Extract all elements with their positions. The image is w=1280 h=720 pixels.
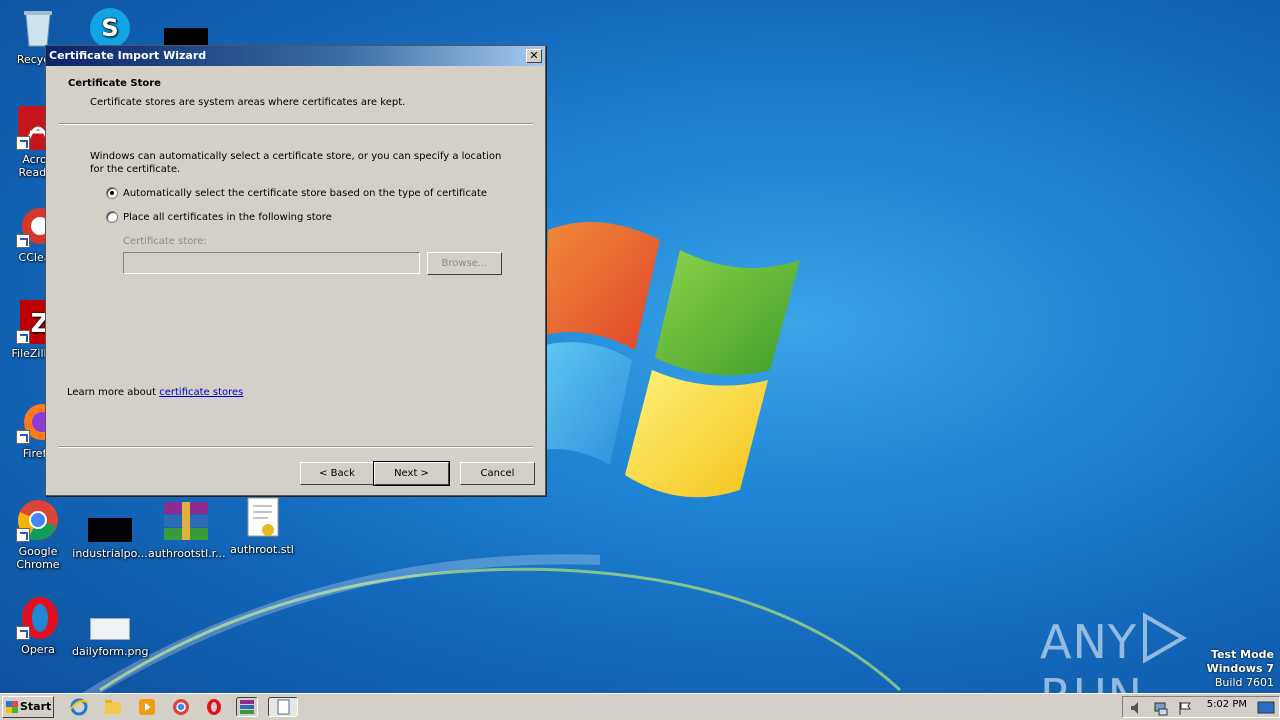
desktop-icon-label: Opera [21,643,55,656]
radio-button-icon[interactable] [106,211,118,223]
wizard-description: Windows can automatically select a certi… [90,151,502,175]
desktop-icon-authrootstl-r[interactable]: authrootstl.r... [148,500,226,560]
svg-text:S: S [101,14,118,42]
radio-auto-select-store[interactable]: Automatically select the certificate sto… [106,187,487,199]
page-subtitle: Certificate stores are system areas wher… [90,97,406,108]
test-mode-notice: Test Mode Windows 7 Build 7601 [1207,648,1274,690]
brand-left: ANY [1040,615,1137,669]
desktop-icon-label: authroot.stl [230,543,294,556]
shortcut-arrow-icon [16,234,30,248]
wizard-header: Certificate Store Certificate stores are… [46,66,545,126]
certificate-file-icon [240,496,284,540]
start-label: Start [20,700,52,713]
recycle-bin-icon [16,6,60,50]
learn-more-prefix: Learn more about [67,387,160,398]
opera-icon [16,596,60,640]
media-player-icon[interactable] [136,697,158,717]
opera-icon[interactable] [203,697,225,717]
shortcut-arrow-icon [16,136,30,150]
shortcut-arrow-icon [16,430,30,444]
volume-icon[interactable] [1129,700,1145,716]
certificate-store-label: Certificate store: [123,236,207,247]
action-center-flag-icon[interactable] [1177,700,1193,716]
close-button[interactable]: ✕ [526,49,542,63]
play-icon [1142,612,1187,664]
shortcut-arrow-icon [16,330,30,344]
os-label: Windows 7 [1206,662,1274,675]
explorer-icon[interactable] [102,697,124,717]
winrar-icon[interactable] [236,697,258,717]
image-file-icon [88,598,132,642]
desktop-icon-label: dailyform.png [72,645,149,658]
back-button[interactable]: < Back [300,462,374,485]
start-button[interactable]: Start [2,696,54,718]
dialog-titlebar[interactable]: Certificate Import Wizard ✕ [46,46,545,66]
chrome-icon[interactable] [170,697,192,717]
browse-button[interactable]: Browse... [427,252,502,275]
network-icon[interactable] [1153,700,1169,716]
taskbar: Start 5:02 PM [0,693,1280,720]
test-mode-label: Test Mode [1211,648,1274,661]
windows-flag-icon [6,701,18,713]
radio-label: Place all certificates in the following … [123,211,332,223]
radio-label: Automatically select the certificate sto… [123,187,488,199]
radio-button-icon[interactable] [106,187,118,199]
close-icon: ✕ [529,49,539,62]
desktop-icon-authroot-stl[interactable]: authroot.stl [224,496,300,556]
desktop-icon-label: industrialpo... [72,547,148,560]
certificate-import-wizard-dialog: Certificate Import Wizard ✕ Certificate … [45,45,546,496]
chrome-icon [16,498,60,542]
shortcut-arrow-icon [16,626,30,640]
desktop-icon-industrialpo[interactable]: industrialpo... [72,500,148,560]
desktop-icon-label: authrootstl.r... [148,547,226,560]
windows-logo-wallpaper [542,222,800,498]
cancel-button[interactable]: Cancel [460,462,535,485]
learn-more-text: Learn more about certificate stores [67,387,243,398]
desktop-icon-label: Google Chrome [16,545,60,571]
desktop-icon-opera[interactable]: Opera [0,596,76,656]
shortcut-arrow-icon [16,528,30,542]
dialog-title: Certificate Import Wizard [49,49,207,62]
desktop-icon-google-chrome[interactable]: Google Chrome [0,498,76,571]
ie-icon[interactable] [68,697,90,717]
footer-divider [58,446,533,448]
next-button[interactable]: Next > [373,461,450,486]
page-title: Certificate Store [68,78,161,89]
certificate-store-field[interactable] [123,252,420,274]
black-file-icon [88,500,132,544]
clock[interactable]: 5:02 PM [1207,699,1247,710]
system-tray: 5:02 PM [1122,696,1280,718]
black-file-icon [164,6,208,50]
certificate-stores-link[interactable]: certificate stores [159,387,243,398]
skype-icon: S [88,6,132,50]
show-desktop-icon[interactable] [1257,700,1275,716]
desktop-icon-dailyform[interactable]: dailyform.png [72,598,148,658]
winrar-archive-icon [164,500,208,544]
header-divider [58,123,533,125]
build-label: Build 7601 [1214,676,1274,689]
radio-place-in-store[interactable]: Place all certificates in the following … [106,211,332,223]
document-icon[interactable] [268,697,298,717]
